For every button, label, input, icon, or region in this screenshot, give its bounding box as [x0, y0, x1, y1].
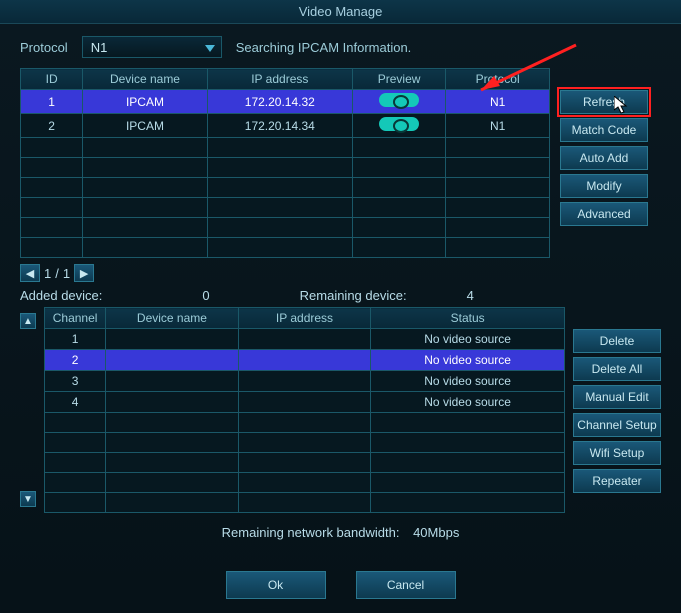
- column-header[interactable]: Preview: [352, 69, 445, 90]
- device-counts: Added device: 0 Remaining device: 4: [20, 288, 661, 303]
- search-side-buttons: Refresh Match Code Auto Add Modify Advanced: [560, 90, 648, 226]
- table-row-empty: [21, 178, 550, 198]
- device-search-table: IDDevice nameIP addressPreviewProtocol 1…: [20, 68, 550, 258]
- pager: ◀ 1 / 1 ▶: [20, 264, 661, 282]
- added-side-buttons: Delete Delete All Manual Edit Channel Setup…: [573, 329, 661, 493]
- channel-setup-button[interactable]: Channel Setup: [573, 413, 661, 437]
- scroll-controls: ▲ ▼: [20, 307, 36, 507]
- column-header[interactable]: ID: [21, 69, 83, 90]
- column-header[interactable]: Channel: [45, 308, 106, 329]
- delete-all-button[interactable]: Delete All: [573, 357, 661, 381]
- title-bar: Video Manage: [0, 0, 681, 24]
- page-next-button[interactable]: ▶: [74, 264, 94, 282]
- manual-edit-button[interactable]: Manual Edit: [573, 385, 661, 409]
- column-header[interactable]: Device name: [106, 308, 239, 329]
- preview-icon[interactable]: [379, 117, 419, 131]
- preview-icon[interactable]: [379, 93, 419, 107]
- table-row[interactable]: 1IPCAM172.20.14.32N1: [21, 90, 550, 114]
- wifi-setup-button[interactable]: Wifi Setup: [573, 441, 661, 465]
- table-row-empty: [45, 493, 565, 513]
- footer-buttons: Ok Cancel: [0, 571, 681, 599]
- added-device-table: ChannelDevice nameIP addressStatus 1No v…: [44, 307, 565, 513]
- scroll-up-button[interactable]: ▲: [20, 313, 36, 329]
- page-prev-button[interactable]: ◀: [20, 264, 40, 282]
- table-row-empty: [21, 238, 550, 258]
- auto-add-button[interactable]: Auto Add: [560, 146, 648, 170]
- scroll-down-button[interactable]: ▼: [20, 491, 36, 507]
- column-header[interactable]: Device name: [83, 69, 207, 90]
- search-status: Searching IPCAM Information.: [236, 40, 412, 55]
- table-row[interactable]: 1No video source: [45, 329, 565, 350]
- table-row-empty: [45, 413, 565, 433]
- modify-button[interactable]: Modify: [560, 174, 648, 198]
- table-row[interactable]: 2IPCAM172.20.14.34N1: [21, 114, 550, 138]
- table-row[interactable]: 3No video source: [45, 371, 565, 392]
- column-header[interactable]: Protocol: [446, 69, 550, 90]
- table-row[interactable]: 4No video source: [45, 392, 565, 413]
- bandwidth-info: Remaining network bandwidth: 40Mbps: [20, 525, 661, 540]
- cancel-button[interactable]: Cancel: [356, 571, 456, 599]
- table-row-empty: [45, 433, 565, 453]
- page-current: 1: [44, 266, 51, 281]
- table-row-empty: [45, 473, 565, 493]
- table-row-empty: [21, 158, 550, 178]
- advanced-button[interactable]: Advanced: [560, 202, 648, 226]
- window-title: Video Manage: [299, 4, 383, 19]
- repeater-button[interactable]: Repeater: [573, 469, 661, 493]
- page-total: 1: [63, 266, 70, 281]
- table-row-empty: [21, 138, 550, 158]
- column-header[interactable]: Status: [371, 308, 565, 329]
- delete-button[interactable]: Delete: [573, 329, 661, 353]
- refresh-button[interactable]: Refresh: [560, 90, 648, 114]
- ok-button[interactable]: Ok: [226, 571, 326, 599]
- column-header[interactable]: IP address: [238, 308, 371, 329]
- match-code-button[interactable]: Match Code: [560, 118, 648, 142]
- protocol-row: Protocol N1 Searching IPCAM Information.: [20, 36, 661, 58]
- table-row[interactable]: 2No video source: [45, 350, 565, 371]
- table-row-empty: [21, 218, 550, 238]
- table-row-empty: [45, 453, 565, 473]
- protocol-select[interactable]: N1: [82, 36, 222, 58]
- protocol-label: Protocol: [20, 40, 68, 55]
- table-row-empty: [21, 198, 550, 218]
- column-header[interactable]: IP address: [207, 69, 352, 90]
